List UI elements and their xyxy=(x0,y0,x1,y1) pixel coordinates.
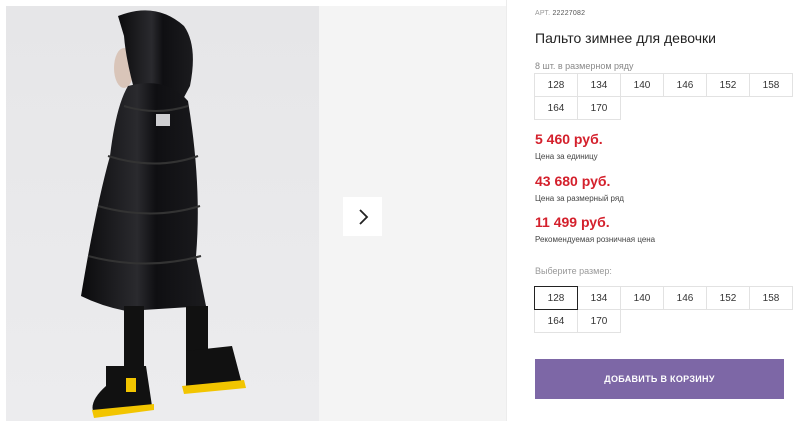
choose-size-label: Выберите размер: xyxy=(535,266,612,276)
coat-illustration xyxy=(6,6,319,421)
pack-label: 8 шт. в размерном ряду xyxy=(535,61,634,71)
pack-size-cell: 134 xyxy=(577,73,621,97)
pack-size-cell: 140 xyxy=(620,73,664,97)
add-to-cart-button[interactable]: ДОБАВИТЬ В КОРЗИНУ xyxy=(535,359,784,399)
size-option[interactable]: 158 xyxy=(749,286,793,310)
next-image-button[interactable] xyxy=(343,197,382,236)
unit-price-label: Цена за единицу xyxy=(535,152,598,161)
pack-size-cell: 170 xyxy=(577,96,621,120)
pack-size-grid: 128 134 140 146 152 158 164 170 xyxy=(534,73,793,120)
unit-price: 5 460 руб. xyxy=(535,131,603,147)
product-title: Пальто зимнее для девочки xyxy=(535,30,716,46)
retail-price: 11 499 руб. xyxy=(535,214,610,230)
product-gallery xyxy=(0,0,506,421)
sku: АРТ. 22227082 xyxy=(535,10,585,17)
sku-value: 22227082 xyxy=(552,10,586,17)
pack-size-cell: 152 xyxy=(706,73,750,97)
pack-size-cell: 164 xyxy=(534,96,578,120)
size-option[interactable]: 140 xyxy=(620,286,664,310)
pack-size-cell: 158 xyxy=(749,73,793,97)
size-option[interactable]: 152 xyxy=(706,286,750,310)
retail-price-label: Рекомендуемая розничная цена xyxy=(535,235,656,244)
size-selector: 128 134 140 146 152 158 164 170 xyxy=(534,286,793,333)
product-photo[interactable] xyxy=(6,6,319,421)
divider xyxy=(506,0,507,421)
pack-price: 43 680 руб. xyxy=(535,173,611,189)
pack-price-label: Цена за размерный ряд xyxy=(535,194,624,203)
chevron-right-icon xyxy=(358,208,368,225)
pack-size-cell: 146 xyxy=(663,73,707,97)
size-option[interactable]: 164 xyxy=(534,309,578,333)
size-option[interactable]: 170 xyxy=(577,309,621,333)
sku-prefix: АРТ. xyxy=(535,10,551,17)
size-option[interactable]: 134 xyxy=(577,286,621,310)
pack-size-cell: 128 xyxy=(534,73,578,97)
size-option[interactable]: 146 xyxy=(663,286,707,310)
size-option-selected[interactable]: 128 xyxy=(534,286,578,310)
